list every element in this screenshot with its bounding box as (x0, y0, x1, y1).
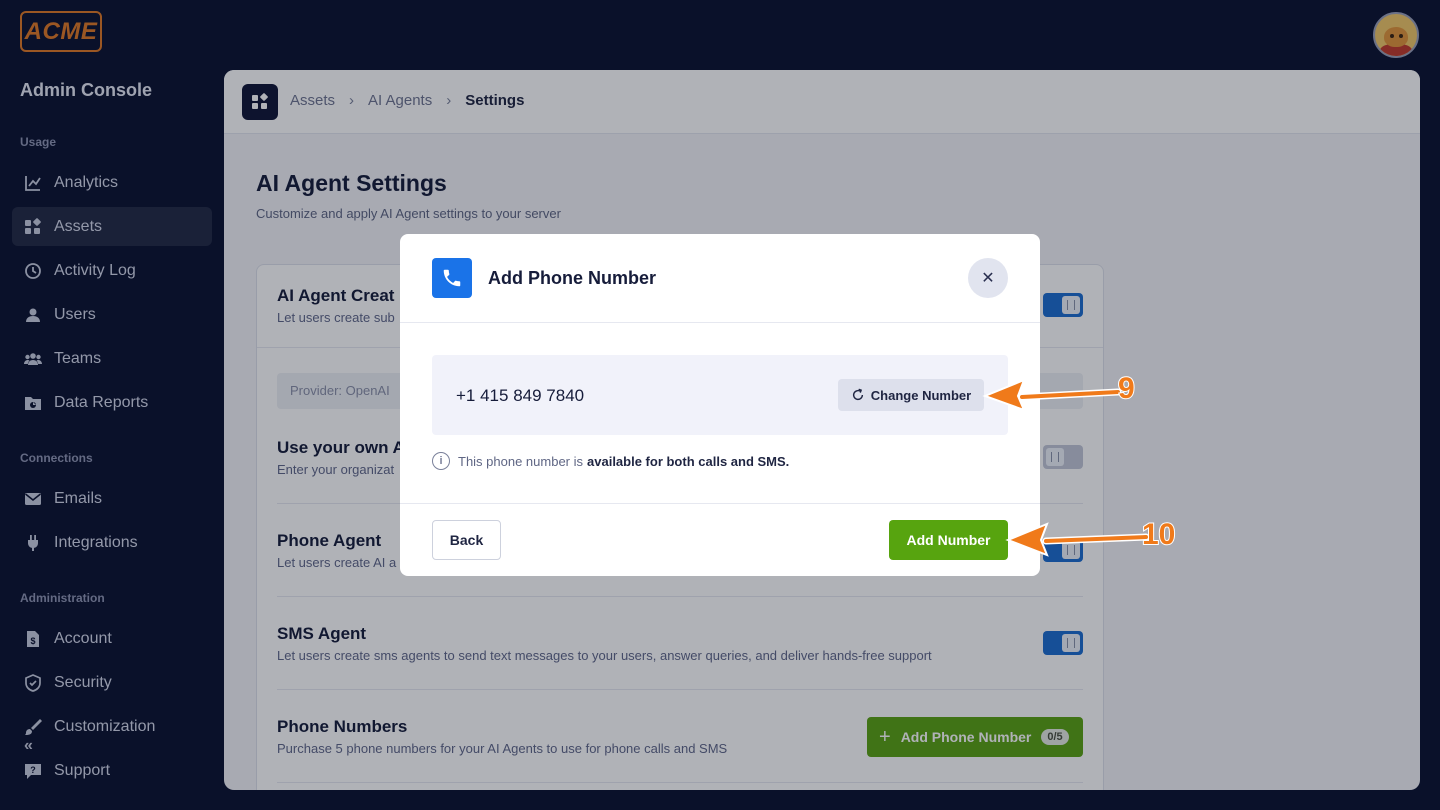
back-button[interactable]: Back (432, 520, 501, 560)
step-9-label: 9 (1117, 371, 1136, 406)
phone-number-value: +1 415 849 7840 (456, 386, 585, 405)
step-10-label: 10 (1141, 517, 1176, 552)
availability-note: i This phone number is available for bot… (432, 452, 789, 470)
info-icon: i (432, 452, 450, 470)
refresh-icon (851, 388, 865, 402)
close-dialog-button[interactable]: ✕ (968, 258, 1008, 298)
close-icon: ✕ (981, 270, 995, 287)
add-phone-number-dialog: Add Phone Number ✕ +1 415 849 7840 Chang… (400, 234, 1040, 576)
change-number-button[interactable]: Change Number (838, 379, 984, 411)
add-number-button[interactable]: Add Number (889, 520, 1008, 560)
dialog-title: Add Phone Number (488, 268, 657, 288)
phone-icon (432, 258, 472, 298)
divider (400, 322, 1040, 323)
availability-bold-text: available for both calls and SMS. (587, 453, 790, 469)
divider (400, 503, 1040, 504)
availability-text: This phone number is (458, 453, 584, 469)
change-number-label: Change Number (870, 387, 972, 403)
selected-number-box: +1 415 849 7840 Change Number (432, 355, 1008, 435)
